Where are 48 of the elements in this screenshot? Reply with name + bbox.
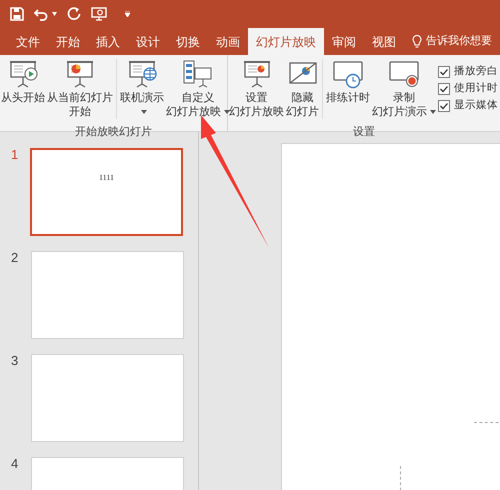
slide-thumbnail[interactable] [31,251,184,339]
ribbon-button[interactable]: 从头开始 [0,59,46,119]
slideshow-icon[interactable] [91,7,107,21]
lightbulb-icon [412,34,422,48]
placeholder-outline [400,466,401,490]
checkbox-label: 显示媒体 [454,99,498,112]
slide-thumbnail[interactable]: 1111 [30,148,183,236]
ribbon-tab[interactable]: 审阅 [324,28,364,55]
checkbox[interactable] [438,100,450,112]
ribbon-tab[interactable]: 切换 [168,28,208,55]
slide-number: 2 [10,251,20,267]
ribbon-tab[interactable]: 文件 [8,28,48,55]
timer-icon [332,59,364,89]
record-icon [388,59,420,89]
ribbon-button[interactable]: 从当前幻灯片 开始 [46,59,117,119]
ribbon-tab[interactable]: 动画 [208,28,248,55]
checkbox-label: 播放旁白 [454,65,498,78]
slide-number: 3 [10,354,20,370]
checkbox[interactable] [438,82,450,94]
ribbon-tab[interactable]: 设计 [128,28,168,55]
screen-play-icon [7,59,39,89]
slide-text: 1111 [98,172,114,184]
undo-icon[interactable] [34,7,48,21]
ribbon-tab[interactable]: 幻灯片放映 [248,28,324,55]
checkbox-label: 使用计时 [454,82,498,95]
placeholder-outline [474,422,500,423]
group-label: 设置 [353,126,375,138]
checkbox[interactable] [438,66,450,78]
caret-icon[interactable] [125,11,130,17]
redo-icon[interactable] [67,7,81,21]
ribbon-tab[interactable]: 视图 [364,28,404,55]
ribbon-button[interactable]: 录制 幻灯片演示 [371,59,437,119]
ribbon-tab[interactable]: 插入 [88,28,128,55]
caret-icon[interactable] [52,12,57,16]
group-label: 开始放映幻灯片 [75,126,152,138]
ribbon-button[interactable]: 联机演示 [119,59,165,119]
slide-thumbnail[interactable] [31,354,184,442]
ribbon-button[interactable]: 设置 幻灯片放映 [228,59,285,119]
tell-me-field[interactable]: 告诉我你想要 [426,33,492,50]
ribbon-button[interactable]: 隐藏 幻灯片 [285,59,323,119]
ribbon-tab[interactable]: 开始 [48,28,88,55]
save-icon[interactable] [10,7,24,21]
ribbon-button[interactable]: 排练计时 [325,59,371,119]
screen-chart-icon [64,59,96,89]
screen-list-icon [182,59,214,89]
slide-number: 4 [10,457,20,473]
screen-globe-icon [126,59,158,89]
slide-number: 1 [10,148,20,164]
